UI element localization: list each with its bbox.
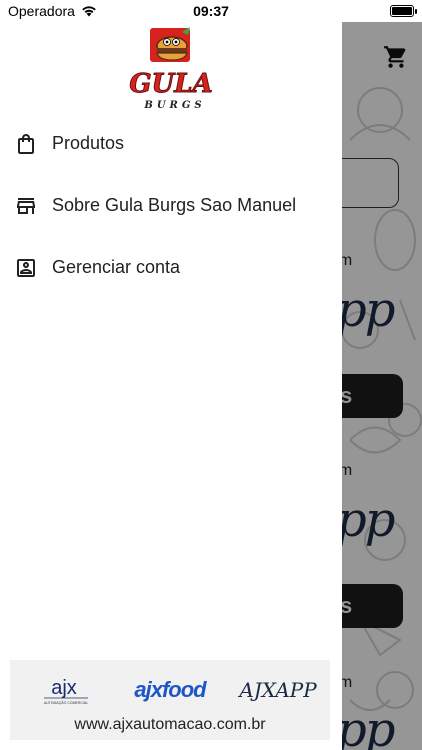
drawer-item-label: Produtos xyxy=(52,133,125,153)
ajx-logo: ajx AUTOMAÇÃO COMERCIAL xyxy=(44,677,88,705)
footer-website-link[interactable]: www.ajxautomacao.com.br xyxy=(10,716,330,734)
drawer-footer: ajx AUTOMAÇÃO COMERCIAL ajxfood AJXAPP w… xyxy=(10,660,330,740)
svg-text:ajxfood: ajxfood xyxy=(134,677,207,702)
gula-burgs-logo: GULA BURGS xyxy=(129,27,213,111)
drawer-item-produtos[interactable]: Produtos xyxy=(0,116,342,172)
navigation-drawer: GULA BURGS Produtos Sobre Gula Burgs Sao… xyxy=(0,22,342,750)
ajxfood-logo: ajxfood xyxy=(134,677,208,702)
svg-text:GULA: GULA xyxy=(129,69,212,99)
battery-cap xyxy=(415,9,417,14)
battery-icon xyxy=(390,5,414,17)
shopping-bag-icon xyxy=(18,134,34,154)
partner-logos: ajx AUTOMAÇÃO COMERCIAL ajxfood AJXAPP xyxy=(44,677,317,705)
svg-text:BURGS: BURGS xyxy=(143,100,205,111)
drawer-item-label: Gerenciar conta xyxy=(52,257,181,277)
svg-text:AUTOMAÇÃO COMERCIAL: AUTOMAÇÃO COMERCIAL xyxy=(44,700,88,705)
svg-text:AJXAPP: AJXAPP xyxy=(237,678,317,702)
storefront-icon xyxy=(17,198,35,214)
drawer-item-label: Sobre Gula Burgs Sao Manuel xyxy=(52,195,297,215)
status-bar: Operadora 09:37 xyxy=(0,0,422,22)
ajxapp-logo: AJXAPP xyxy=(237,678,317,702)
svg-text:ajx: ajx xyxy=(51,677,77,699)
account-box-icon xyxy=(17,259,35,277)
drawer-item-sobre[interactable]: Sobre Gula Burgs Sao Manuel xyxy=(0,178,342,234)
status-time: 09:37 xyxy=(193,3,229,19)
drawer-item-conta[interactable]: Gerenciar conta xyxy=(0,240,342,296)
